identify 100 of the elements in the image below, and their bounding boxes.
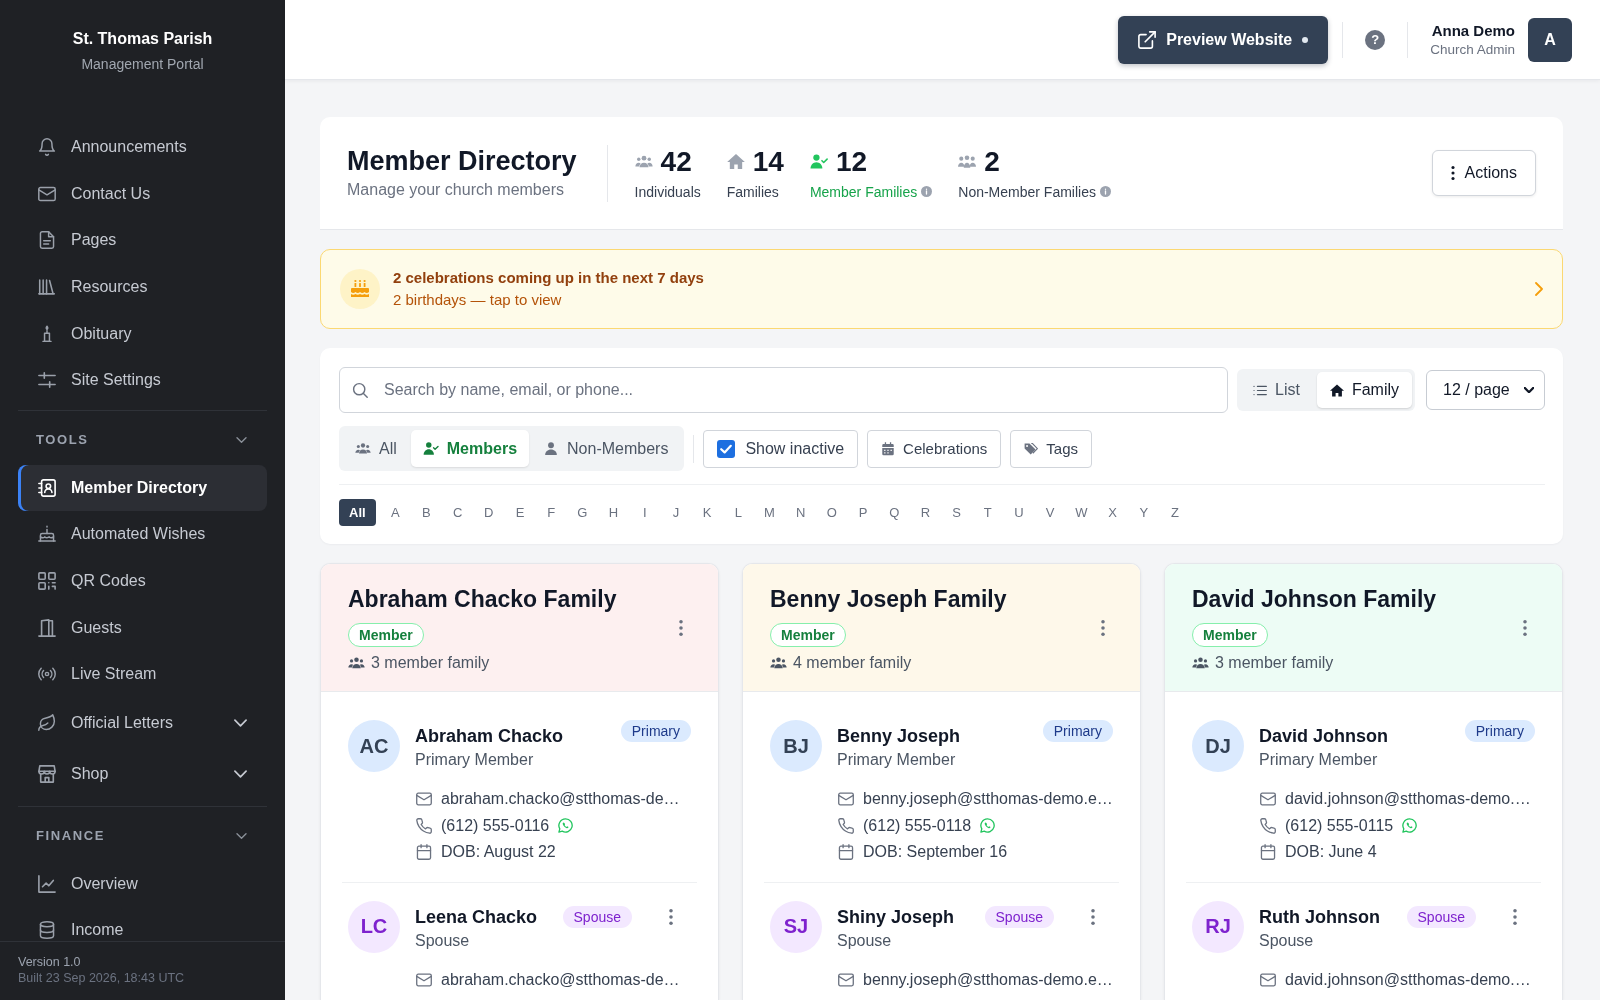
door-icon <box>38 618 56 637</box>
phone-icon <box>416 817 432 834</box>
more-options-icon[interactable] <box>1091 908 1095 925</box>
search-field[interactable]: Search by name, email, or phone... <box>339 367 1228 413</box>
celebrations-button[interactable]: Celebrations <box>867 429 1002 468</box>
tags-button[interactable]: Tags <box>1010 429 1092 468</box>
page-size-select[interactable]: 12 / page <box>1426 370 1545 410</box>
more-options-icon[interactable] <box>1101 619 1105 636</box>
letter-filter[interactable]: L <box>722 499 754 526</box>
letter-filter[interactable]: O <box>816 499 848 526</box>
section-header[interactable]: FINANCE <box>18 810 267 861</box>
letter-filter[interactable]: S <box>941 499 973 526</box>
member-name: Leena Chacko <box>415 905 539 929</box>
nav-item[interactable]: Guests <box>18 604 267 651</box>
letter-filter[interactable]: X <box>1096 499 1129 526</box>
nav-item[interactable]: Member Directory <box>18 464 267 512</box>
house-icon <box>1329 383 1344 397</box>
help-button[interactable]: ? <box>1365 29 1386 50</box>
letter-filter[interactable]: A <box>379 499 411 526</box>
role-badge: Spouse <box>1406 905 1476 928</box>
nav-item[interactable]: Automated Wishes <box>18 511 267 558</box>
filter-tab[interactable]: Non-Members <box>531 430 681 467</box>
filter-tab[interactable]: All <box>343 430 409 467</box>
people-icon <box>770 657 787 669</box>
nav-item[interactable]: Resources <box>18 263 267 311</box>
letter-filter[interactable]: M <box>753 499 786 526</box>
vertical-ellipsis-icon <box>1450 166 1455 180</box>
nav-item[interactable]: Obituary <box>18 310 267 357</box>
user-role: Church Admin <box>1430 40 1515 59</box>
member-dob: DOB: September 16 <box>863 843 1008 862</box>
letter-filter[interactable]: R <box>909 499 941 526</box>
member-phone: (612) 555-0118 <box>863 816 972 835</box>
member-dob: DOB: June 4 <box>1285 843 1377 862</box>
actions-button[interactable]: Actions <box>1431 150 1536 196</box>
letter-filter[interactable]: Y <box>1128 499 1160 526</box>
calendar-icon <box>881 441 896 456</box>
member-email: abraham.chacko@stthomas-de… <box>441 790 680 809</box>
cake-icon <box>340 269 380 309</box>
people-icon <box>1192 657 1209 669</box>
letter-filter[interactable]: E <box>504 499 536 526</box>
version-text: Version 1.0 <box>18 954 82 970</box>
family-name: David Johnson Family <box>1192 585 1438 614</box>
stat-value: 14 <box>752 145 784 178</box>
nav-item[interactable]: QR Codes <box>18 557 267 605</box>
letter-filter[interactable]: Z <box>1159 499 1191 526</box>
user-avatar[interactable]: A <box>1528 17 1572 62</box>
stat-label: Member Families <box>809 182 918 201</box>
more-options-icon[interactable] <box>1523 619 1527 636</box>
nav-item[interactable]: Shop <box>18 748 267 800</box>
nav-item[interactable]: Live Stream <box>18 650 267 698</box>
nav-item[interactable]: Site Settings <box>18 356 267 404</box>
letter-filter[interactable]: W <box>1065 499 1097 526</box>
member-email: benny.joseph@stthomas-demo.e… <box>863 790 1113 809</box>
letter-filter[interactable]: H <box>597 499 630 526</box>
letter-filter[interactable]: F <box>535 499 567 526</box>
nav-item[interactable]: Pages <box>18 217 267 264</box>
nav-item[interactable]: Official Letters <box>18 697 267 749</box>
more-options-icon[interactable] <box>669 908 673 925</box>
letter-filter[interactable]: T <box>972 499 1004 526</box>
letter-filter[interactable]: J <box>660 499 692 526</box>
member-badge: Member <box>770 623 846 647</box>
member-badge: Member <box>1192 623 1268 647</box>
nav-item[interactable]: Contact Us <box>18 170 267 218</box>
letter-filter[interactable]: V <box>1034 499 1066 526</box>
role-badge: Primary <box>1464 720 1535 742</box>
view-option[interactable]: Family <box>1316 372 1412 408</box>
member-name: Abraham Chacko <box>415 725 565 748</box>
envelope-icon <box>838 791 854 808</box>
preview-website-button[interactable]: Preview Website <box>1118 15 1329 64</box>
celebrations-banner[interactable]: 2 celebrations coming up in the next 7 days 2 birthdays — tap to view <box>320 249 1563 329</box>
member-dob: DOB: August 22 <box>441 843 556 862</box>
letter-filter[interactable]: C <box>442 499 474 526</box>
page-title: Member Directory <box>347 145 577 177</box>
letter-filter[interactable]: All <box>339 499 376 526</box>
letter-filter[interactable]: Q <box>878 499 910 526</box>
member-role: Spouse <box>837 930 893 951</box>
view-option[interactable]: List <box>1240 372 1313 408</box>
more-options-icon[interactable] <box>679 619 683 636</box>
letter-filter[interactable]: B <box>410 499 442 526</box>
member-role: Primary Member <box>837 750 957 770</box>
user-check-icon <box>809 154 828 169</box>
cake-icon <box>38 525 56 544</box>
filter-tab[interactable]: Members <box>410 430 530 467</box>
nav-item[interactable]: Announcements <box>18 124 267 171</box>
dot-icon <box>1302 36 1309 43</box>
letter-filter[interactable]: D <box>473 499 505 526</box>
letter-filter[interactable]: P <box>847 499 879 526</box>
section-header[interactable]: TOOLS <box>18 414 267 465</box>
nav-item[interactable]: Income <box>18 907 267 941</box>
user-name: Anna Demo <box>1430 20 1515 41</box>
sliders-icon <box>38 371 56 390</box>
nav-item[interactable]: Overview <box>18 860 267 908</box>
letter-filter[interactable]: G <box>566 499 598 526</box>
letter-filter[interactable]: U <box>1003 499 1035 526</box>
letter-filter[interactable]: K <box>691 499 723 526</box>
more-options-icon[interactable] <box>1513 908 1517 925</box>
member-name: David Johnson <box>1259 725 1389 748</box>
letter-filter[interactable]: N <box>785 499 817 526</box>
envelope-icon <box>416 791 432 808</box>
letter-filter[interactable]: I <box>629 499 661 526</box>
